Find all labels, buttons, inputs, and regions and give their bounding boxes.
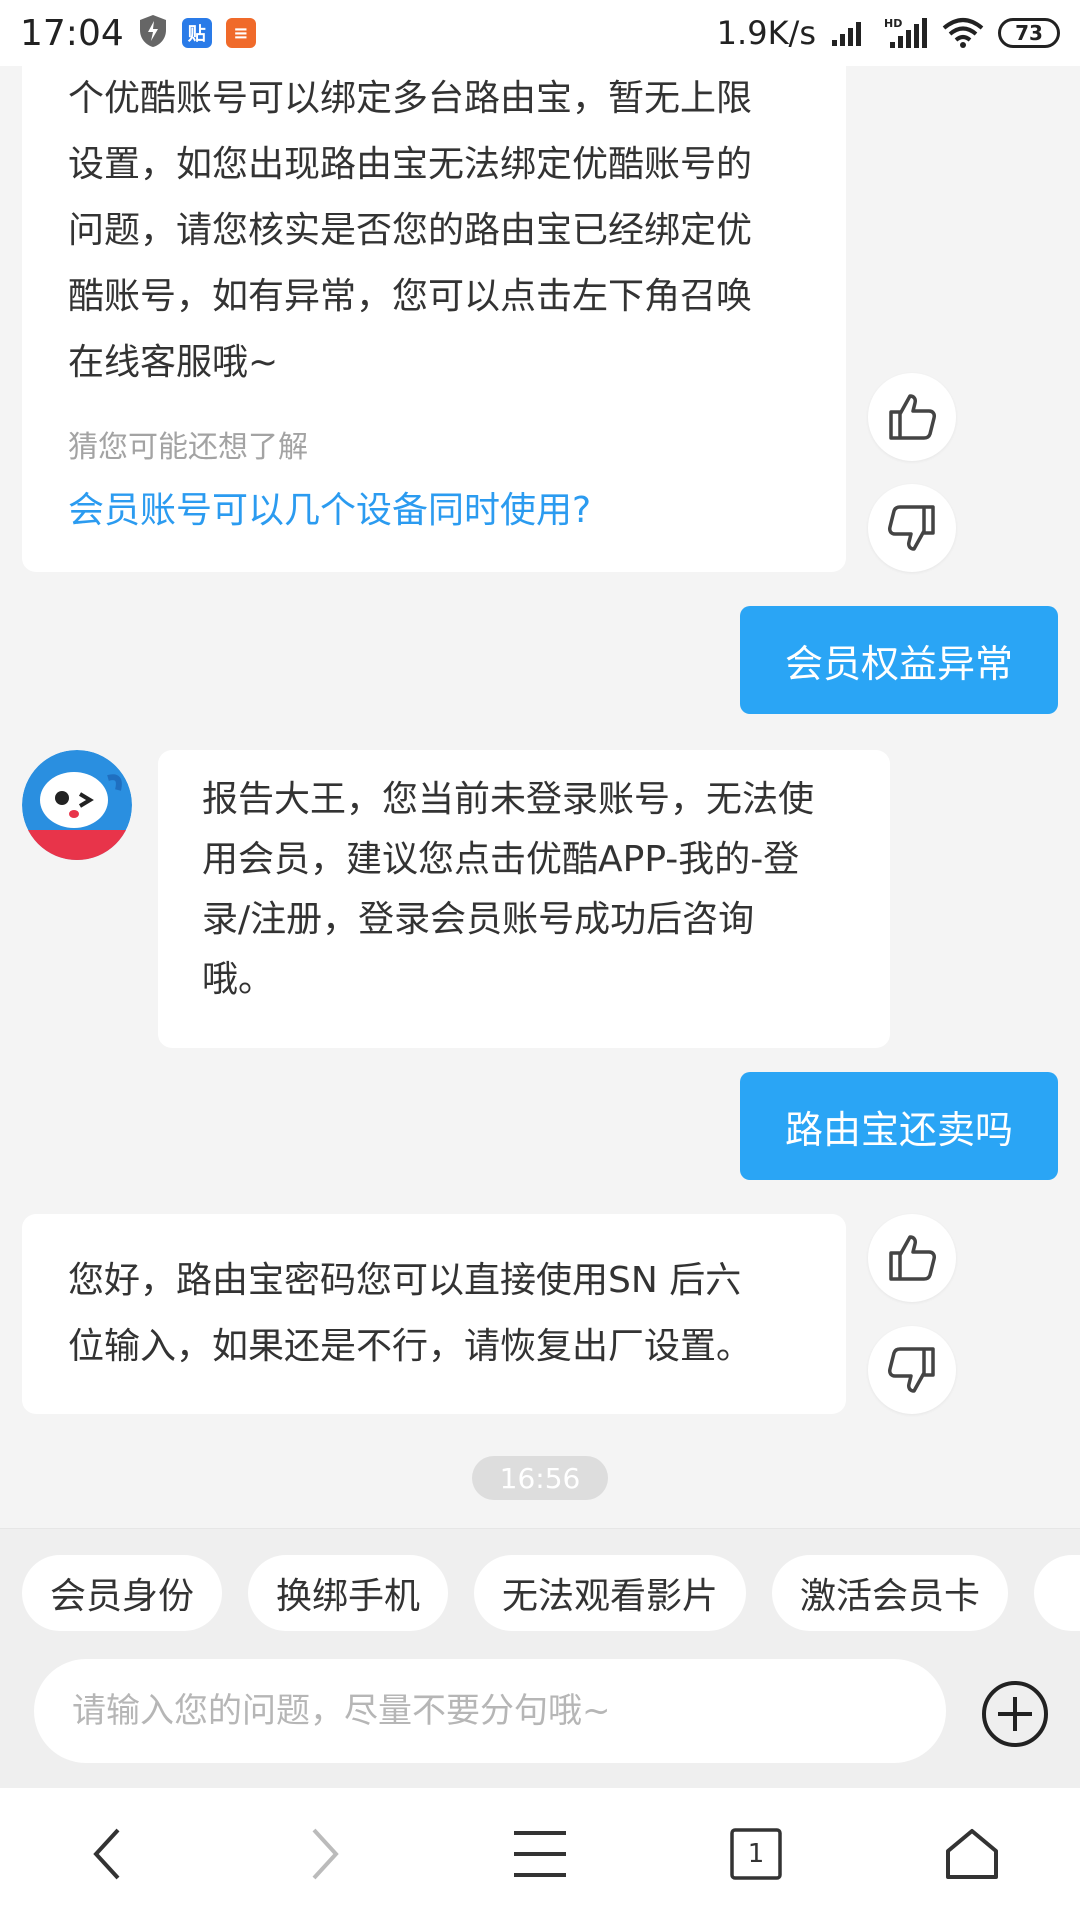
tab-count: 1 xyxy=(747,1839,765,1869)
thumbs-down-icon xyxy=(888,505,935,551)
thumbs-up-button[interactable] xyxy=(868,373,956,461)
question-input[interactable] xyxy=(70,1690,946,1732)
answer-line: 在线客服哦~ xyxy=(68,342,279,383)
wifi-icon xyxy=(942,17,984,49)
signal-icon xyxy=(830,18,870,48)
message-timestamp: 16:56 xyxy=(472,1456,608,1500)
add-attachment-button[interactable] xyxy=(980,1679,1050,1749)
bot-answer-bubble: 报告大王，您当前未登录账号，无法使 用会员，建议您点击优酷APP-我的-登 录/… xyxy=(158,750,890,1048)
home-button[interactable] xyxy=(922,1804,1022,1904)
answer-line: 录/注册，登录会员账号成功后咨询 xyxy=(202,899,755,940)
quick-reply-chip[interactable]: 激活会员卡 xyxy=(772,1555,1009,1631)
chat-area[interactable]: 个优酷账号可以绑定多台路由宝，暂无上限 设置，如您出现路由宝无法绑定优酷账号的 … xyxy=(0,66,1080,1528)
answer-line: 报告大王，您当前未登录账号，无法使 xyxy=(202,779,815,820)
composer-area: 会员身份 换绑手机 无法观看影片 激活会员卡 xyxy=(0,1528,1080,1789)
answer-line: 位输入，如果还是不行，请恢复出厂设置。 xyxy=(68,1326,753,1367)
answer-line: 问题，请您核实是否您的路由宝已经绑定优 xyxy=(68,210,753,251)
shield-icon xyxy=(138,14,168,52)
status-time: 17:04 xyxy=(20,12,124,54)
thumbs-down-button[interactable] xyxy=(868,484,956,572)
answer-line: 您好，路由宝密码您可以直接使用SN 后六 xyxy=(68,1260,742,1301)
user-message-bubble: 会员权益异常 xyxy=(740,606,1058,714)
quick-reply-chip[interactable]: 无法观看影片 xyxy=(474,1555,747,1631)
user-message-bubble: 路由宝还卖吗 xyxy=(740,1072,1058,1180)
answer-line: 用会员，建议您点击优酷APP-我的-登 xyxy=(202,839,800,880)
status-left: 17:04 贴 ≡ xyxy=(20,13,256,54)
svg-text:HD: HD xyxy=(884,17,902,30)
menu-button[interactable] xyxy=(490,1804,590,1904)
signal-hd-icon: HD xyxy=(884,16,928,50)
answer-line: 酷账号，如有异常，您可以点击左下角召唤 xyxy=(68,276,753,317)
app-icon: ≡ xyxy=(225,18,256,48)
battery-indicator: 73 xyxy=(998,18,1060,48)
status-right: 1.9K/s HD 73 xyxy=(717,14,1060,52)
thumbs-up-icon xyxy=(889,394,936,440)
question-input-container[interactable] xyxy=(34,1659,946,1763)
quick-reply-chip-overflow[interactable] xyxy=(1034,1555,1080,1631)
answer-line: 个优酷账号可以绑定多台路由宝，暂无上限 xyxy=(68,78,753,119)
tabs-button[interactable]: 1 xyxy=(706,1804,806,1904)
menu-icon xyxy=(514,1831,566,1877)
plus-circle-icon xyxy=(982,1681,1048,1747)
quick-reply-chip[interactable]: 换绑手机 xyxy=(248,1555,449,1631)
thumbs-down-button[interactable] xyxy=(868,1326,956,1414)
chevron-left-icon xyxy=(93,1828,120,1880)
thumbs-down-icon xyxy=(888,1347,935,1393)
home-icon xyxy=(946,1829,998,1879)
quick-reply-chip[interactable]: 会员身份 xyxy=(22,1555,223,1631)
bot-answer-bubble: 您好，路由宝密码您可以直接使用SN 后六 位输入，如果还是不行，请恢复出厂设置。 xyxy=(22,1214,846,1414)
tieba-icon: 贴 xyxy=(181,18,212,48)
thumbs-up-icon xyxy=(889,1235,936,1281)
status-bar: 17:04 贴 ≡ 1.9K/s HD 73 xyxy=(0,0,1080,66)
suggest-link[interactable]: 会员账号可以几个设备同时使用? xyxy=(68,478,802,544)
answer-line: 哦。 xyxy=(202,959,275,1000)
quick-reply-list: 会员身份 换绑手机 无法观看影片 激活会员卡 xyxy=(22,1555,1080,1631)
bot-answer-bubble: 个优酷账号可以绑定多台路由宝，暂无上限 设置，如您出现路由宝无法绑定优酷账号的 … xyxy=(22,66,846,572)
answer-line: 设置，如您出现路由宝无法绑定优酷账号的 xyxy=(68,144,753,185)
chevron-right-icon xyxy=(312,1828,339,1880)
bot-avatar xyxy=(22,750,132,860)
back-button[interactable] xyxy=(58,1804,158,1904)
suggest-title: 猜您可能还想了解 xyxy=(68,430,308,465)
browser-navbar: 1 xyxy=(0,1788,1080,1920)
forward-button[interactable] xyxy=(274,1804,374,1904)
network-speed: 1.9K/s xyxy=(716,14,816,52)
thumbs-up-button[interactable] xyxy=(868,1214,956,1302)
